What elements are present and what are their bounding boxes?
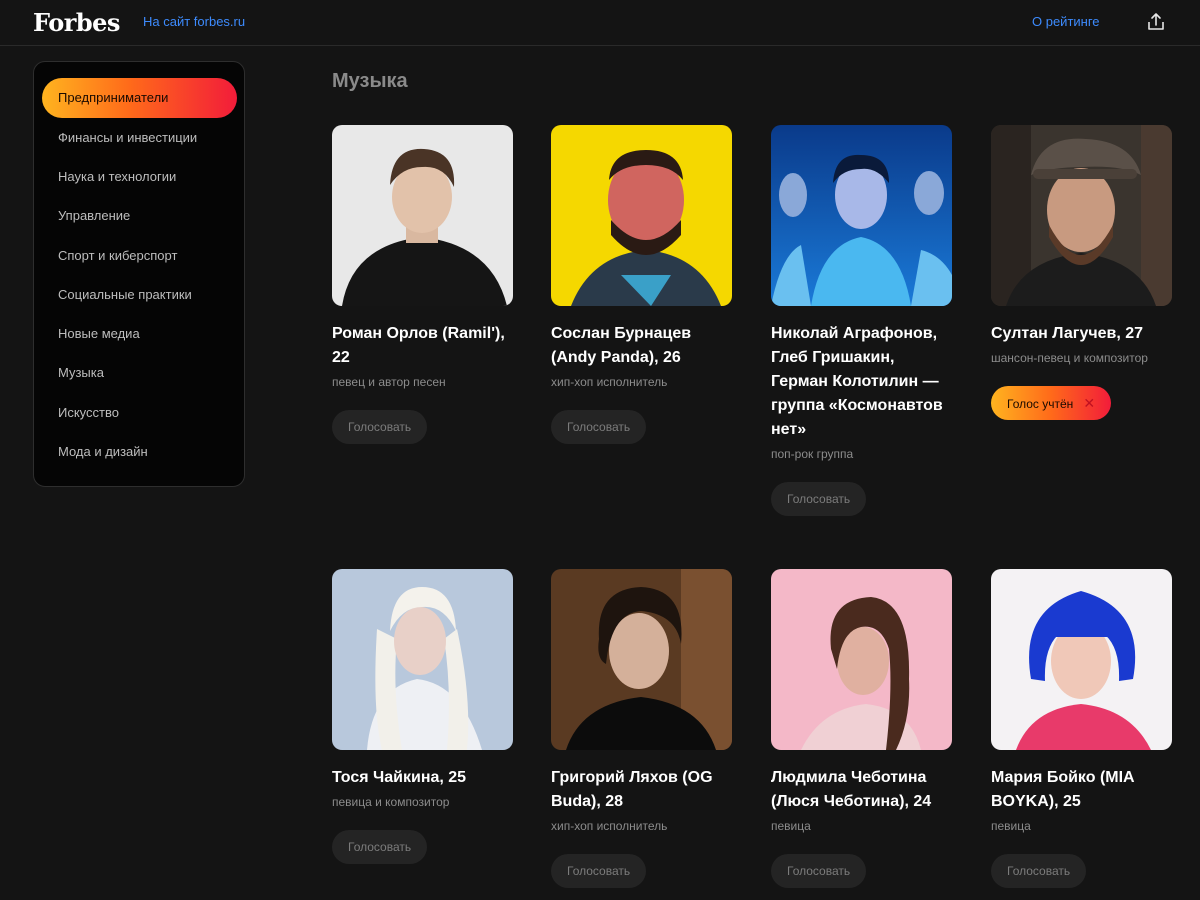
sidebar-item-science[interactable]: Наука и технологии xyxy=(58,169,176,184)
sidebar-item-finance[interactable]: Финансы и инвестиции xyxy=(58,130,197,145)
section-title: Музыка xyxy=(332,70,408,92)
about-rating-link[interactable]: О рейтинге xyxy=(1032,14,1100,29)
share-icon[interactable] xyxy=(1146,12,1166,32)
vote-counted-label: Голос учтён xyxy=(1007,397,1074,411)
sidebar-item-music[interactable]: Музыка xyxy=(58,365,104,380)
forbes-logo[interactable]: Forbes xyxy=(33,8,120,37)
nominee-role: шансон-певец и композитор xyxy=(991,351,1148,365)
vote-button[interactable]: Голосовать xyxy=(771,482,867,516)
nominee-name: Тося Чайкина, 25 xyxy=(332,769,467,786)
sidebar-item-art[interactable]: Искусство xyxy=(58,405,119,420)
vote-button[interactable]: Голосовать xyxy=(332,410,428,444)
nominee-photo[interactable] xyxy=(551,125,732,306)
sidebar-item-sport[interactable]: Спорт и киберспорт xyxy=(58,248,177,263)
nominee-name: Николай Аграфонов, Глеб Гришакин, Герман… xyxy=(771,325,943,438)
nominee-photo[interactable] xyxy=(332,569,513,750)
nominee-card: Людмила Чеботина (Люся Чеботина), 24 пев… xyxy=(771,569,953,888)
nominee-role: поп-рок группа xyxy=(771,447,854,461)
vote-button[interactable]: Голосовать xyxy=(551,854,647,888)
nominee-role: певица и композитор xyxy=(332,795,450,809)
nominee-name: Мария Бойко (MIA BOYKA), 25 xyxy=(991,769,1134,810)
nominee-role: певец и автор песен xyxy=(332,375,446,389)
vote-button[interactable]: Голосовать xyxy=(771,854,867,888)
nominee-name: Людмила Чеботина (Люся Чеботина), 24 xyxy=(771,769,932,810)
vote-counted-button[interactable]: Голос учтён ✕ xyxy=(991,386,1112,420)
nominee-photo[interactable] xyxy=(771,125,952,306)
close-icon[interactable]: ✕ xyxy=(1083,395,1095,411)
site-link[interactable]: На сайт forbes.ru xyxy=(143,14,245,29)
nominee-photo[interactable] xyxy=(551,569,732,750)
nominee-photo[interactable] xyxy=(771,569,952,750)
sidebar-item-entrepreneurs[interactable]: Предприниматели xyxy=(42,78,237,118)
nominee-role: хип-хоп исполнитель xyxy=(551,819,668,833)
vote-button[interactable]: Голосовать xyxy=(991,854,1087,888)
nominee-photo[interactable] xyxy=(332,125,513,306)
sidebar-item-social[interactable]: Социальные практики xyxy=(58,287,192,302)
nominee-card: Григорий Ляхов (OG Buda), 28 хип-хоп исп… xyxy=(551,569,733,888)
nominee-photo[interactable] xyxy=(991,569,1172,750)
nominee-role: певица xyxy=(991,819,1031,833)
nominee-name: Сослан Бурнацев (Andy Panda), 26 xyxy=(551,325,692,366)
nominee-card: Султан Лагучев, 27 шансон-певец и композ… xyxy=(991,125,1173,420)
nominee-name: Султан Лагучев, 27 xyxy=(991,325,1144,342)
nominee-photo[interactable] xyxy=(991,125,1172,306)
sidebar-item-fashion[interactable]: Мода и дизайн xyxy=(58,444,148,459)
sidebar-item-management[interactable]: Управление xyxy=(58,208,130,223)
category-sidebar: Предприниматели Финансы и инвестиции Нау… xyxy=(33,61,245,487)
top-bar: Forbes На сайт forbes.ru О рейтинге xyxy=(0,0,1200,46)
vote-button[interactable]: Голосовать xyxy=(551,410,647,444)
nominee-card: Роман Орлов (Ramil'), 22 певец и автор п… xyxy=(332,125,514,444)
nominee-role: певица xyxy=(771,819,811,833)
nominee-role: хип-хоп исполнитель xyxy=(551,375,668,389)
nominee-card: Мария Бойко (MIA BOYKA), 25 певица Голос… xyxy=(991,569,1173,888)
nominee-card: Николай Аграфонов, Глеб Гришакин, Герман… xyxy=(771,125,953,516)
vote-button[interactable]: Голосовать xyxy=(332,830,428,864)
sidebar-item-new-media[interactable]: Новые медиа xyxy=(58,326,140,341)
nominee-card: Сослан Бурнацев (Andy Panda), 26 хип-хоп… xyxy=(551,125,733,444)
nominee-name: Роман Орлов (Ramil'), 22 xyxy=(332,325,505,366)
nominee-name: Григорий Ляхов (OG Buda), 28 xyxy=(551,769,713,810)
nominee-card: Тося Чайкина, 25 певица и композитор Гол… xyxy=(332,569,514,864)
